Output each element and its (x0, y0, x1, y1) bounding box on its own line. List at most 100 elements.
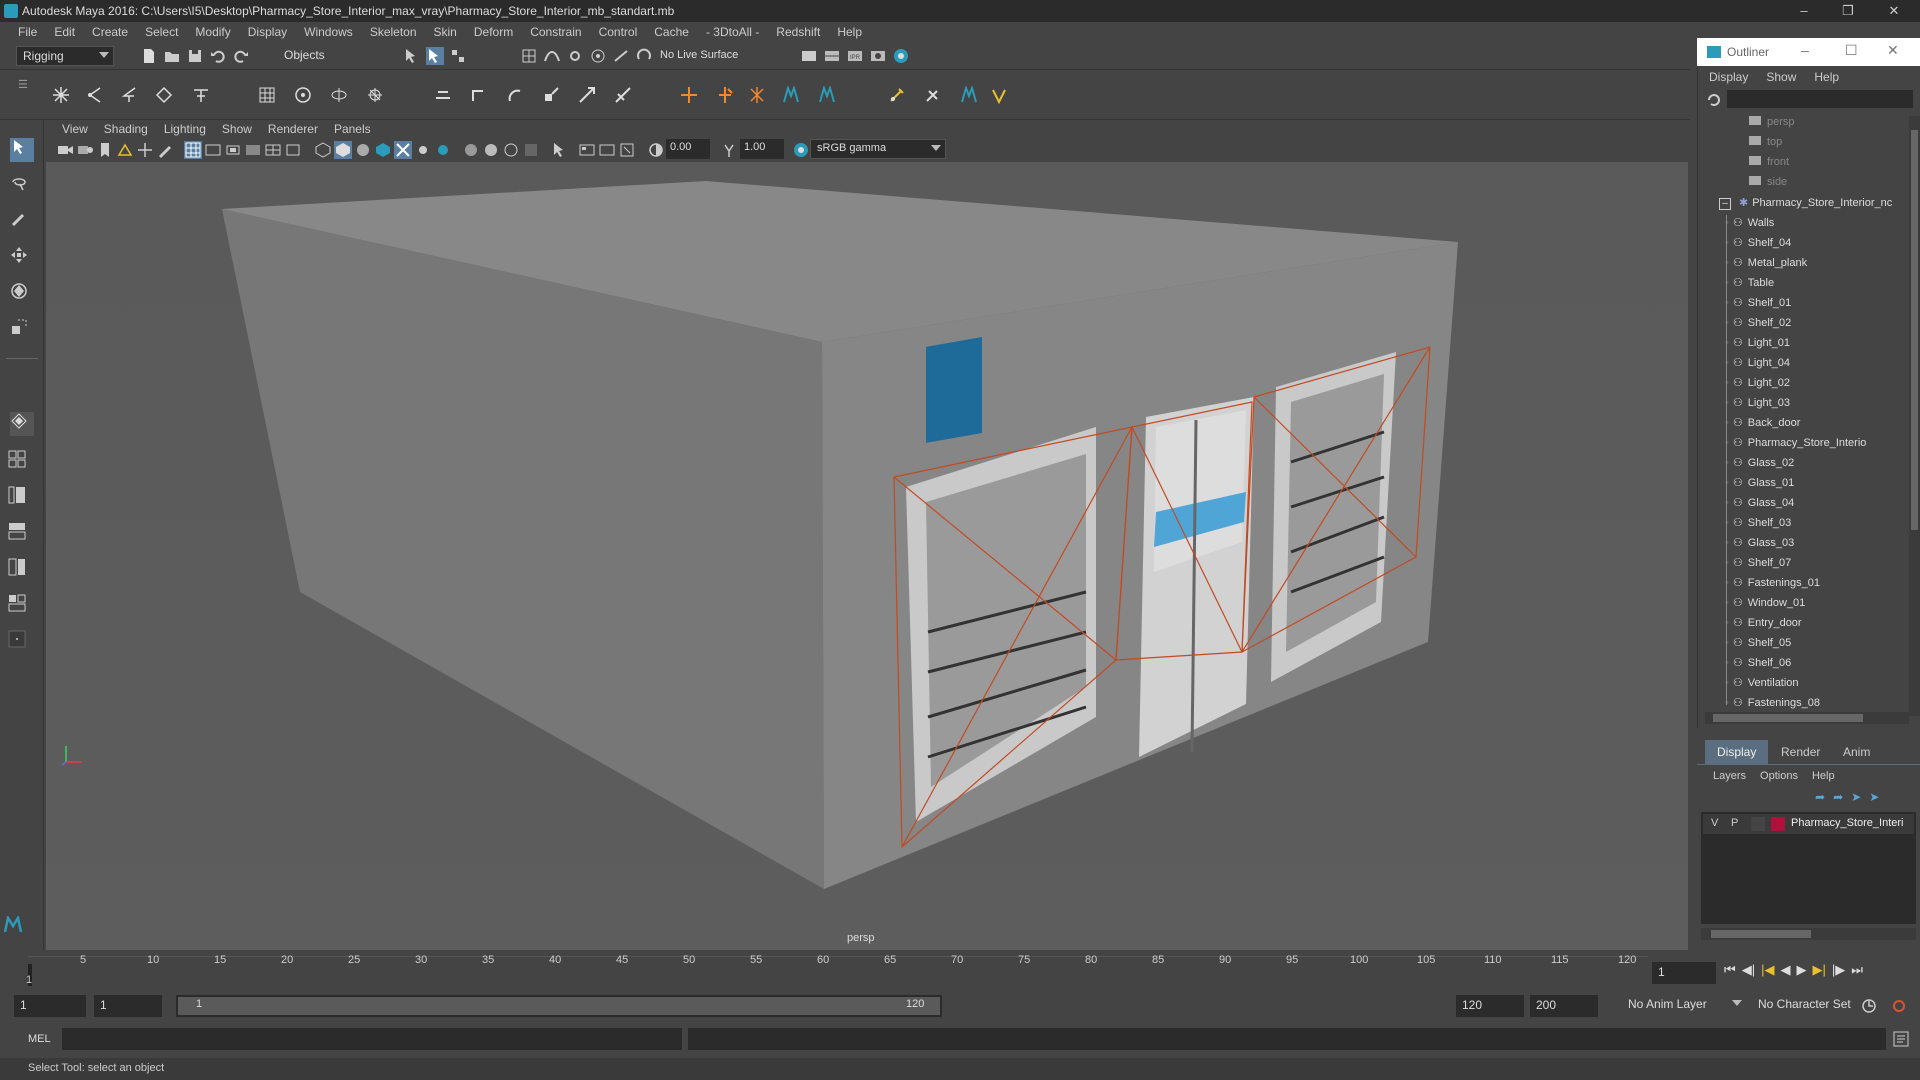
save-scene-icon[interactable] (186, 47, 204, 65)
time-slider[interactable]: 1 5 10 15 20 25 30 35 40 45 50 55 60 65 … (0, 952, 1690, 992)
hypershade-layout-icon[interactable] (8, 558, 36, 586)
menu-windows[interactable]: Windows (296, 25, 362, 39)
selection-mode-dropdown[interactable]: Objects (278, 46, 388, 66)
2d-pan-zoom-icon[interactable] (136, 141, 154, 159)
tab-anim[interactable]: Anim (1831, 740, 1882, 764)
field-chart-icon[interactable] (264, 141, 282, 159)
menu-file[interactable]: File (10, 25, 46, 39)
outliner-item-top[interactable]: top (1749, 136, 1782, 156)
layer-visibility-toggle[interactable]: V (1711, 817, 1718, 829)
cluster-icon[interactable] (294, 86, 316, 108)
outliner-horizontal-scrollbar[interactable] (1705, 712, 1909, 724)
outliner-item[interactable]: ◦ ⚇ Metal_plank (1725, 256, 1807, 276)
ik-handle-icon[interactable] (87, 86, 109, 108)
shadows-icon[interactable] (434, 141, 452, 159)
gamma-field[interactable]: 1.00 (740, 139, 784, 159)
outliner-item[interactable]: ◦ ⚇ Shelf_05 (1725, 636, 1791, 656)
aim-constraint-icon[interactable] (578, 86, 600, 108)
outliner-menu-display[interactable]: Display (1709, 70, 1766, 84)
outliner-item[interactable]: ◦ ⚇ Shelf_06 (1725, 656, 1791, 676)
render-settings-icon[interactable] (869, 47, 887, 65)
grid-toggle-icon[interactable] (184, 141, 202, 159)
snap-point-icon[interactable] (566, 47, 584, 65)
step-back-frame-icon[interactable]: |◀ (1761, 962, 1774, 984)
layer-row[interactable]: V P Pharmacy_Store_Interi (1703, 814, 1914, 834)
start-time-field[interactable]: 1 (14, 995, 86, 1017)
play-forward-icon[interactable]: ▶ (1796, 962, 1806, 984)
outliner-close-icon[interactable]: ✕ (1887, 42, 1899, 59)
tab-render[interactable]: Render (1769, 740, 1832, 764)
snap-curve-icon[interactable] (543, 47, 561, 65)
resolution-gate-icon[interactable] (224, 141, 242, 159)
outliner-menu-help[interactable]: Help (1814, 70, 1857, 84)
menu-redshift[interactable]: Redshift (768, 25, 829, 39)
film-gate-icon[interactable] (204, 141, 222, 159)
outliner-item[interactable]: ◦ ⚇ Shelf_01 (1725, 296, 1791, 316)
skin-weights-icon[interactable] (748, 86, 770, 108)
panel-menu-shading[interactable]: Shading (96, 122, 156, 136)
character-controls-icon[interactable] (960, 84, 982, 108)
panel-menu-view[interactable]: View (54, 122, 96, 136)
move-tool-icon[interactable] (10, 246, 34, 270)
new-layer-selected-icon[interactable]: ➤ (1851, 790, 1861, 804)
menu-edit[interactable]: Edit (46, 25, 84, 39)
perspective-viewport[interactable]: persp (46, 162, 1688, 950)
hypershade-icon[interactable] (892, 47, 910, 65)
frame-selected-icon[interactable] (618, 141, 636, 159)
motion-blur-icon[interactable] (482, 141, 500, 159)
orient-constraint-icon[interactable] (506, 86, 528, 108)
graph-editor-layout-icon[interactable] (8, 594, 36, 622)
outliner-item[interactable]: ◦ ⚇ Walls (1725, 216, 1774, 236)
humanik-icon[interactable] (782, 84, 804, 108)
quick-rig-icon[interactable] (818, 84, 840, 108)
layer-menu-help[interactable]: Help (1812, 770, 1835, 782)
outliner-item[interactable]: ◦ ⚇ Fastenings_01 (1725, 576, 1820, 596)
wireframe-icon[interactable] (314, 141, 332, 159)
range-bar[interactable] (178, 997, 940, 1015)
outliner-item[interactable]: ◦ ⚇ Shelf_07 (1725, 556, 1791, 576)
pole-vector-icon[interactable] (614, 86, 636, 108)
outliner-item[interactable]: ◦ ⚇ Fastenings_08 (1725, 696, 1820, 711)
step-forward-frame-icon[interactable]: ▶| (1812, 962, 1825, 984)
lights-icon[interactable] (414, 141, 432, 159)
menuset-dropdown[interactable]: Rigging (16, 46, 114, 66)
scale-constraint-icon[interactable] (542, 86, 564, 108)
menu-deform[interactable]: Deform (466, 25, 522, 39)
step-back-key-icon[interactable]: ◀| (1742, 962, 1755, 984)
outliner-hscroll-thumb[interactable] (1713, 714, 1863, 722)
shelf-menu-icon[interactable]: ☰ (18, 78, 34, 110)
outliner-item[interactable]: ◦ ⚇ Ventilation (1725, 676, 1799, 696)
ik-spline-icon[interactable] (120, 86, 142, 108)
auto-key-icon[interactable] (1860, 997, 1878, 1015)
play-back-icon[interactable]: ◀ (1780, 962, 1790, 984)
wrap-icon[interactable] (330, 86, 352, 108)
menu-control[interactable]: Control (591, 25, 647, 39)
outliner-item[interactable]: ◦ ⚇ Window_01 (1725, 596, 1805, 616)
textured-icon[interactable] (374, 141, 392, 159)
move-layer-up-icon[interactable]: ➦ (1815, 790, 1825, 804)
hud-icon[interactable] (578, 141, 596, 159)
outliner-item-front[interactable]: front (1749, 156, 1789, 176)
check-mark-icon[interactable] (990, 86, 1012, 108)
restore-icon[interactable]: ❐ (1830, 0, 1866, 22)
menu-3dtoall[interactable]: - 3DtoAll - (698, 25, 768, 39)
range-bar-track[interactable]: 1 120 (176, 995, 942, 1017)
menu-constrain[interactable]: Constrain (522, 25, 590, 39)
new-scene-icon[interactable] (140, 47, 158, 65)
playback-end-field[interactable]: 120 (1456, 995, 1524, 1017)
gamma-icon[interactable] (720, 141, 738, 159)
exposure-icon[interactable] (647, 141, 665, 159)
paint-select-icon[interactable] (10, 210, 34, 234)
layer-playback-toggle[interactable]: P (1731, 817, 1738, 829)
exposure-field[interactable]: 0.00 (666, 139, 710, 159)
minimize-icon[interactable]: – (1786, 0, 1822, 22)
hud-toggle-icon[interactable] (598, 141, 616, 159)
grease-pencil-icon[interactable] (156, 141, 174, 159)
ipr-render-icon[interactable]: IPR (846, 47, 864, 65)
menu-skeleton[interactable]: Skeleton (362, 25, 426, 39)
layer-scroll-thumb[interactable] (1711, 930, 1811, 938)
camera-attributes-icon[interactable] (76, 141, 94, 159)
outliner-maximize-icon[interactable]: ☐ (1845, 42, 1858, 59)
skeleton-tool-icon[interactable] (192, 86, 214, 108)
panel-menu-panels[interactable]: Panels (326, 122, 379, 136)
